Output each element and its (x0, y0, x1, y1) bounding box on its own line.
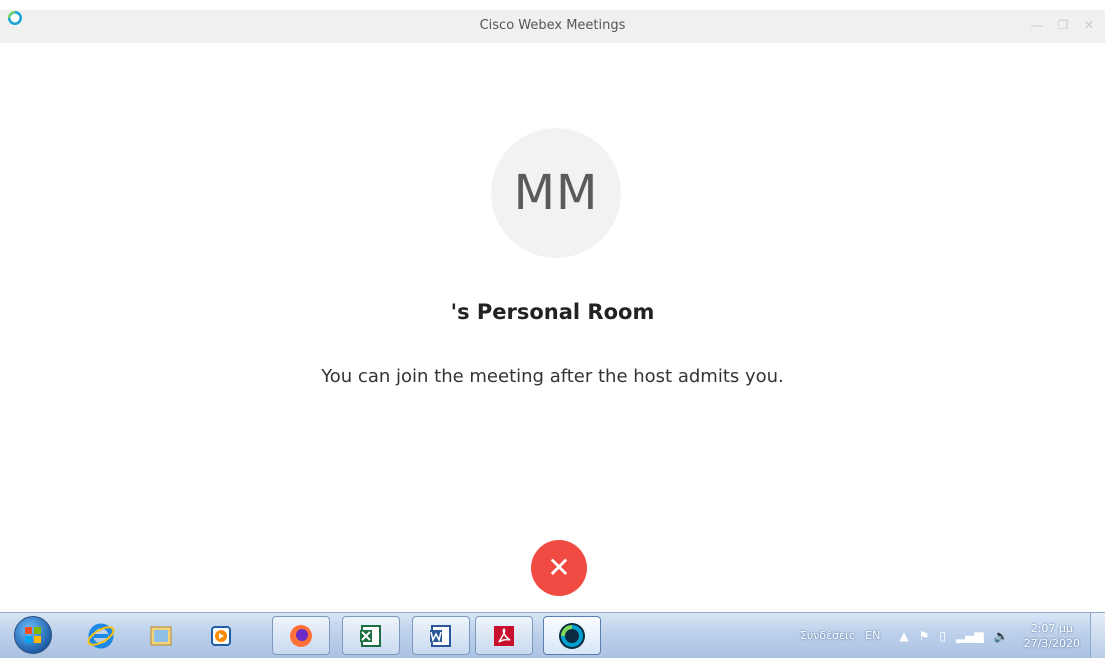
host-avatar: MM (491, 128, 621, 258)
window-titlebar: Cisco Webex Meetings — ❐ ✕ (0, 0, 1105, 43)
connections-label[interactable]: Συνδέσεις (800, 629, 855, 642)
minimize-button[interactable]: — (1031, 18, 1043, 32)
taskbar-acrobat[interactable] (475, 616, 533, 655)
taskbar-word[interactable] (412, 616, 470, 655)
taskbar-webex[interactable] (543, 616, 601, 655)
library-icon (150, 626, 172, 645)
restore-button[interactable]: ❐ (1057, 18, 1069, 32)
firefox-icon (290, 624, 312, 647)
window-controls: — ❐ ✕ (1031, 18, 1095, 32)
webex-icon (559, 622, 585, 649)
internet-explorer-icon (87, 623, 115, 648)
show-hidden-icons-button[interactable]: ▲ (899, 629, 908, 643)
action-center-flag-icon[interactable]: ⚑ (919, 629, 930, 643)
clock-date: 27/3/2020 (1023, 636, 1080, 650)
taskbar-firefox[interactable] (272, 616, 330, 655)
clock[interactable]: 2:07 μμ 27/3/2020 (1024, 621, 1080, 651)
taskbar-excel[interactable] (342, 616, 400, 655)
windows-taskbar: Συνδέσεις EN ▲ ⚑ ▯ ▂▄▆ 🔈 2:07 μμ 27/3/20… (0, 612, 1105, 658)
language-indicator[interactable]: EN (865, 629, 880, 642)
window-title: Cisco Webex Meetings (479, 18, 626, 33)
clock-time: 2:07 μμ (1030, 621, 1073, 635)
waiting-status-message: You can join the meeting after the host … (321, 366, 784, 387)
network-signal-icon[interactable]: ▂▄▆ (956, 629, 984, 643)
media-player-icon (211, 625, 231, 646)
windows-logo-icon (25, 627, 41, 643)
word-icon (430, 624, 451, 647)
start-button[interactable] (14, 616, 52, 654)
taskbar-media-player[interactable] (192, 616, 250, 655)
excel-icon (360, 624, 381, 647)
close-button[interactable]: ✕ (1083, 18, 1095, 32)
taskbar-internet-explorer[interactable] (72, 616, 130, 655)
taskbar-libraries[interactable] (132, 616, 190, 655)
system-tray: Συνδέσεις EN ▲ ⚑ ▯ ▂▄▆ 🔈 2:07 μμ 27/3/20… (800, 613, 1105, 658)
leave-meeting-button[interactable]: ✕ (531, 540, 587, 596)
room-title: 's Personal Room (450, 300, 655, 324)
volume-icon[interactable]: 🔈 (994, 629, 1009, 643)
battery-icon[interactable]: ▯ (939, 629, 946, 643)
show-desktop-button[interactable] (1090, 613, 1105, 658)
acrobat-icon (494, 625, 514, 646)
